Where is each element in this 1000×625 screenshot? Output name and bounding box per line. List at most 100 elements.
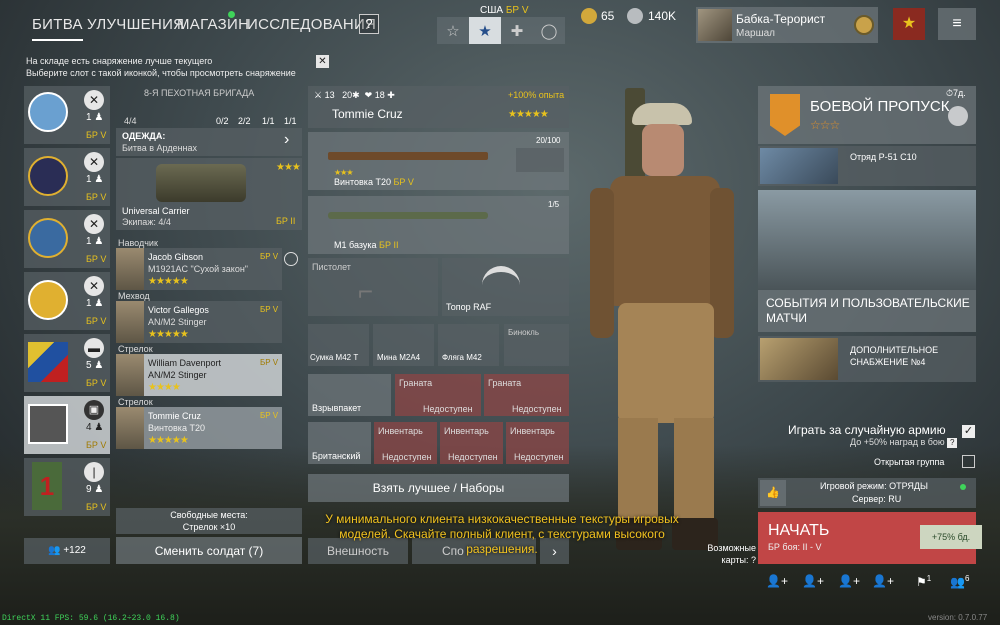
- tab-shop[interactable]: МАГАЗИН: [177, 16, 249, 33]
- inventory-slot[interactable]: Инвентарь Недоступен: [374, 422, 437, 464]
- squad-card[interactable]: ✕ 1 ♟ БР V: [24, 86, 110, 144]
- soldier-card[interactable]: Victor Gallegos БР V AN/M2 Stinger ★★★★★: [116, 301, 282, 343]
- inventory-slot[interactable]: Инвентарь Недоступен: [440, 422, 503, 464]
- grenade-slot[interactable]: Граната Недоступен: [484, 374, 569, 416]
- silver-amount: 140K: [648, 9, 677, 23]
- nation-usa-icon[interactable]: ★: [469, 17, 501, 44]
- battle-pass-reward[interactable]: Отряд P-51 C10: [758, 146, 976, 186]
- pistol-slot[interactable]: Пистолет ⌐: [308, 258, 438, 316]
- xp-bonus-badge: +75% бд.: [920, 525, 982, 549]
- rank-emblem-icon[interactable]: ★: [893, 8, 925, 40]
- inventory-slot[interactable]: Инвентарь Недоступен: [506, 422, 569, 464]
- events-card[interactable]: СОБЫТИЯ И ПОЛЬЗОВАТЕЛЬСКИЕ МАТЧИ: [758, 290, 976, 332]
- melee-slot[interactable]: Топор RAF: [442, 258, 569, 316]
- flask-slot[interactable]: Фляга М42: [438, 324, 499, 366]
- soldier-name: Tommie Cruz: [148, 411, 202, 421]
- soldier-br: БР V: [260, 305, 279, 314]
- soldier-card[interactable]: Jacob Gibson БР V M1921AC "Сухой закон" …: [116, 248, 282, 290]
- group-icon[interactable]: 👥6: [950, 574, 969, 589]
- bazooka-image: [328, 212, 488, 219]
- soldier-portrait: [116, 248, 144, 290]
- soldier-card-selected[interactable]: Tommie Cruz БР V Винтовка Т20 ★★★★★: [116, 407, 282, 449]
- vehicle-name: Universal Carrier: [122, 206, 190, 216]
- supply-card[interactable]: ДОПОЛНИТЕЛЬНОЕ СНАБЖЕНИЕ №4: [758, 336, 976, 382]
- squad-reserve-button[interactable]: 👥 +122: [24, 538, 110, 564]
- nation-favorite-star-icon[interactable]: ☆: [437, 17, 469, 44]
- open-group-checkbox[interactable]: [962, 455, 975, 468]
- open-group-label: Открытая группа: [874, 457, 945, 467]
- events-image[interactable]: [758, 190, 976, 290]
- battle-pass-card[interactable]: БОЕВОЙ ПРОПУСК ☆☆☆ ⏱7д.: [758, 86, 976, 144]
- start-br: БР боя: II - V: [768, 542, 822, 552]
- rifle-image: [328, 152, 488, 160]
- notice-close-button[interactable]: ✕: [316, 55, 329, 68]
- shop-notification-dot: [228, 11, 235, 18]
- take-best-button[interactable]: Взять лучшее / Наборы: [308, 474, 569, 502]
- squad-card[interactable]: 1 | 9 ♟ БР V: [24, 458, 110, 516]
- mine-slot[interactable]: Мина М2А4: [373, 324, 434, 366]
- tab-battle[interactable]: БИТВА: [32, 16, 83, 41]
- weapon-name: M1 базука БР II: [334, 240, 399, 250]
- squad-card[interactable]: ✕ 1 ♟ БР V: [24, 148, 110, 206]
- binoculars-slot[interactable]: Бинокль: [504, 324, 569, 366]
- soldier-stars: ★★★★★: [148, 435, 189, 446]
- soldier-stars: ★★★★★: [148, 276, 189, 287]
- soldier-card-highlighted[interactable]: William Davenport БР V AN/M2 Stinger ★★★…: [116, 354, 282, 396]
- secondary-weapon-slot[interactable]: M1 базука БР II 1/5: [308, 196, 569, 254]
- battle-pass-timer: ⏱7д.: [946, 88, 966, 98]
- soldier-stars: ★★★★: [148, 382, 181, 393]
- bayonet-slot[interactable]: [516, 148, 564, 172]
- flag-icon[interactable]: ⚑1: [916, 574, 931, 589]
- game-mode-card[interactable]: 👍 Игровой режим: ОТРЯДЫ Сервер: RU: [758, 478, 976, 508]
- profile-name: Бабка-Терорист: [736, 12, 826, 26]
- squad-emblem-icon: [28, 92, 68, 132]
- random-army-checkbox[interactable]: ✓: [962, 425, 975, 438]
- invite-player-icon[interactable]: 👤+: [766, 574, 788, 588]
- unavailable-label: Недоступен: [512, 404, 562, 414]
- invite-player-icon[interactable]: 👤+: [872, 574, 894, 588]
- squad-card[interactable]: ▬ 5 ♟ БР V: [24, 334, 110, 392]
- mine-label: Мина М2А4: [377, 353, 421, 362]
- selected-soldier-name: Tommie Cruz: [332, 107, 403, 121]
- server-status-dot: [960, 484, 966, 490]
- thumbs-up-icon[interactable]: 👍: [760, 480, 786, 506]
- squad-count: 1 ♟: [86, 174, 104, 185]
- notice-line2: Выберите слот с такой иконкой, чтобы про…: [26, 68, 296, 78]
- grenade-slot[interactable]: Граната Недоступен: [395, 374, 481, 416]
- nation-circle-icon[interactable]: ◯: [533, 17, 565, 44]
- server: Сервер: RU: [852, 494, 902, 504]
- squad-card[interactable]: ✕ 1 ♟ БР V: [24, 272, 110, 330]
- invite-player-icon[interactable]: 👤+: [838, 574, 860, 588]
- backpack-slot[interactable]: Британский: [308, 422, 371, 464]
- flask-label: Фляга М42: [442, 353, 482, 362]
- nation-cross-icon[interactable]: ✚: [501, 17, 533, 44]
- squad-br: БР V: [86, 192, 107, 202]
- squad-count: 1 ♟: [86, 112, 104, 123]
- uniform-selector[interactable]: ОДЕЖДА: Битва в Арденнах ›: [116, 128, 302, 156]
- profile-card[interactable]: Бабка-Терорист Маршал: [696, 7, 878, 43]
- bag-label: Сумка М42 Т: [310, 353, 359, 362]
- change-soldier-button[interactable]: Сменить солдат (7): [116, 537, 302, 564]
- vehicle-icon: ▣: [84, 400, 104, 420]
- game-mode: Игровой режим: ОТРЯДЫ: [820, 481, 928, 491]
- primary-weapon-slot[interactable]: ★★★ Винтовка Т20 БР V 20/100: [308, 132, 569, 190]
- help-button[interactable]: ?: [359, 14, 379, 34]
- invite-player-icon[interactable]: 👤+: [802, 574, 824, 588]
- nation-label: США БР V: [480, 5, 529, 16]
- tank-icon: ▬: [84, 338, 104, 358]
- menu-button[interactable]: ≡: [938, 8, 976, 40]
- squad-card[interactable]: ✕ 1 ♟ БР V: [24, 210, 110, 268]
- events-title: СОБЫТИЯ И ПОЛЬЗОВАТЕЛЬСКИЕ МАТЧИ: [766, 296, 970, 325]
- tab-upgrades[interactable]: УЛУЧШЕНИЯ: [87, 16, 184, 33]
- bag-slot[interactable]: Сумка М42 Т: [308, 324, 369, 366]
- squad-br: БР V: [86, 378, 107, 388]
- tab-research[interactable]: ИССЛЕДОВАНИЯ: [247, 16, 376, 33]
- exp-bonus: +100% опыта: [508, 90, 565, 100]
- squad-card-selected[interactable]: ▣ 4 ♟ БР V: [24, 396, 110, 454]
- soldier-weapon: AN/M2 Stinger: [148, 370, 207, 380]
- vehicle-card[interactable]: ★★★ Universal Carrier Экипаж: 4/4 БР II: [116, 158, 302, 230]
- notice-line1: На складе есть снаряжение лучше текущего: [26, 56, 213, 66]
- selected-soldier-header: ⚔ 13 20✱ ❤ 18 ✚ +100% опыта Tommie Cruz …: [308, 86, 569, 128]
- fps-counter: DirectX 11 FPS: 59.6 (16.2÷23.0 16.8): [2, 614, 180, 623]
- explosive-slot[interactable]: Взрывпакет: [308, 374, 391, 416]
